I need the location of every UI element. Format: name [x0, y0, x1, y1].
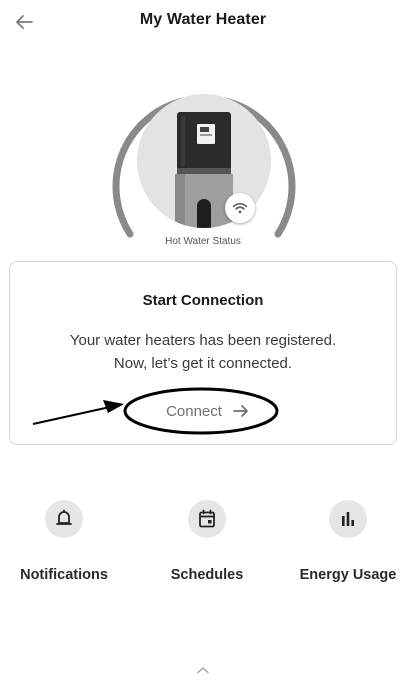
notifications-button[interactable]: Notifications: [4, 498, 124, 588]
expand-handle[interactable]: [193, 664, 213, 676]
bell-icon: [56, 509, 72, 525]
wifi-icon: [232, 202, 248, 214]
card-message-line-1: Your water heaters has been registered.: [69, 332, 337, 349]
page-title: My Water Heater: [139, 11, 267, 28]
water-heater-screen: My Water Heater Hot Water Status Start C…: [0, 0, 406, 682]
energy-usage-button[interactable]: Energy Usage: [288, 498, 406, 588]
card-message-line-2: Now, let’s get it connected.: [113, 355, 293, 372]
bar-chart-icon: [342, 512, 354, 526]
energy-usage-label: Energy Usage: [299, 567, 397, 583]
hot-water-status-gauge: [104, 74, 304, 244]
calendar-icon: [199, 509, 215, 528]
arrow-right-icon: [232, 404, 250, 418]
connect-button[interactable]: Connect: [148, 399, 268, 423]
hot-water-status-label: Hot Water Status: [165, 236, 241, 247]
chevron-up-icon: [197, 667, 209, 674]
card-title: Start Connection: [142, 292, 264, 309]
notifications-icon-circle: [45, 500, 83, 538]
start-connection-card: Start Connection Your water heaters has …: [9, 261, 397, 445]
connect-label: Connect: [166, 402, 222, 420]
energy-usage-icon-circle: [329, 500, 367, 538]
header: My Water Heater: [0, 0, 406, 44]
schedules-label: Schedules: [170, 567, 244, 583]
wifi-badge: [225, 193, 255, 223]
schedules-icon-circle: [188, 500, 226, 538]
notifications-label: Notifications: [20, 567, 108, 583]
schedules-button[interactable]: Schedules: [147, 498, 267, 588]
